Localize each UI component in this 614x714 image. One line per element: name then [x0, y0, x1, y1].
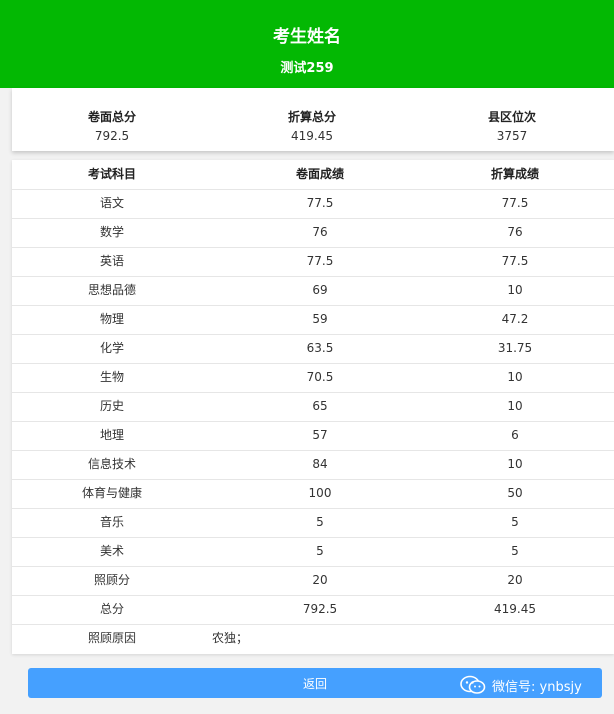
score-table: 考试科目 卷面成绩 折算成绩 语文 77.5 77.5 数学 76 76 英语 …	[12, 160, 614, 654]
page-header: 考生姓名 测试259	[0, 0, 614, 88]
page-title: 考生姓名	[273, 27, 341, 47]
summary-value: 419.45	[291, 129, 333, 143]
raw-score-cell: 100	[308, 486, 332, 500]
converted-score-cell: 47.2	[501, 312, 529, 326]
table-row: 化学 63.5 31.75	[12, 334, 614, 364]
table-row: 音乐 5 5	[12, 508, 614, 538]
subject-cell: 思想品德	[87, 283, 136, 297]
summary-card: 卷面总分 792.5 折算总分 419.45 县区位次 3757	[12, 88, 614, 151]
column-header-subject: 考试科目	[87, 167, 136, 181]
converted-score-cell: 20	[507, 573, 523, 587]
student-name: 测试259	[280, 61, 334, 76]
watermark-text: 微信号: ynbsjy	[492, 679, 582, 695]
raw-score-cell: 63.5	[306, 341, 334, 355]
column-header-raw-score: 卷面成绩	[295, 167, 344, 181]
note-label: 照顾原因	[87, 631, 136, 645]
table-row: 思想品德 69 10	[12, 276, 614, 306]
table-row: 生物 70.5 10	[12, 363, 614, 393]
converted-score-cell: 6	[511, 428, 519, 442]
raw-score-cell: 792.5	[302, 602, 338, 616]
table-row: 物理 59 47.2	[12, 305, 614, 335]
table-row: 语文 77.5 77.5	[12, 189, 614, 219]
table-row: 英语 77.5 77.5	[12, 247, 614, 277]
table-row: 照顾分 20 20	[12, 566, 614, 596]
raw-score-cell: 20	[312, 573, 328, 587]
converted-score-cell: 77.5	[501, 196, 529, 210]
table-row: 历史 65 10	[12, 392, 614, 422]
table-row: 信息技术 84 10	[12, 450, 614, 480]
summary-value: 3757	[496, 129, 528, 143]
wechat-watermark: 微信号: ynbsjy	[460, 674, 582, 696]
summary-raw-total: 卷面总分 792.5	[12, 88, 212, 151]
raw-score-cell: 59	[312, 312, 328, 326]
raw-score-cell: 77.5	[306, 254, 334, 268]
raw-score-cell: 70.5	[306, 370, 334, 384]
table-row: 美术 5 5	[12, 537, 614, 567]
raw-score-cell: 77.5	[306, 196, 334, 210]
raw-score-cell: 57	[312, 428, 328, 442]
converted-score-cell: 76	[507, 225, 523, 239]
converted-score-cell: 419.45	[494, 602, 536, 616]
raw-score-cell: 5	[316, 515, 324, 529]
subject-cell: 英语	[99, 254, 124, 268]
table-row: 体育与健康 100 50	[12, 479, 614, 509]
converted-score-cell: 10	[507, 283, 523, 297]
table-row: 地理 57 6	[12, 421, 614, 451]
table-row-total: 总分 792.5 419.45	[12, 595, 614, 625]
subject-cell: 历史	[99, 399, 124, 413]
subject-cell: 生物	[99, 370, 124, 384]
summary-label: 卷面总分	[87, 110, 136, 124]
converted-score-cell: 10	[507, 457, 523, 471]
summary-county-rank: 县区位次 3757	[412, 88, 612, 151]
raw-score-cell: 69	[312, 283, 328, 297]
table-row-note: 照顾原因 农独；	[12, 624, 614, 653]
converted-score-cell: 50	[507, 486, 523, 500]
subject-cell: 化学	[99, 341, 124, 355]
converted-score-cell: 10	[507, 399, 523, 413]
subject-cell: 音乐	[99, 515, 124, 529]
summary-value: 792.5	[94, 129, 130, 143]
converted-score-cell: 31.75	[497, 341, 533, 355]
subject-cell: 照顾分	[93, 573, 130, 587]
subject-cell: 数学	[99, 225, 124, 239]
subject-cell: 美术	[99, 544, 124, 558]
subject-cell: 总分	[99, 602, 124, 616]
summary-label: 县区位次	[487, 110, 536, 124]
raw-score-cell: 76	[312, 225, 328, 239]
subject-cell: 语文	[99, 196, 124, 210]
summary-label: 折算总分	[287, 110, 336, 124]
summary-converted-total: 折算总分 419.45	[212, 88, 412, 151]
raw-score-cell: 65	[312, 399, 328, 413]
column-header-converted-score: 折算成绩	[490, 167, 539, 181]
converted-score-cell: 10	[507, 370, 523, 384]
converted-score-cell: 5	[511, 515, 519, 529]
subject-cell: 地理	[99, 428, 124, 442]
converted-score-cell: 5	[511, 544, 519, 558]
subject-cell: 体育与健康	[81, 486, 142, 500]
table-row: 数学 76 76	[12, 218, 614, 248]
table-header-row: 考试科目 卷面成绩 折算成绩	[12, 160, 614, 190]
raw-score-cell: 5	[316, 544, 324, 558]
subject-cell: 信息技术	[87, 457, 136, 471]
note-value: 农独；	[212, 631, 249, 645]
subject-cell: 物理	[99, 312, 124, 326]
converted-score-cell: 77.5	[501, 254, 529, 268]
wechat-icon	[460, 675, 486, 694]
raw-score-cell: 84	[312, 457, 328, 471]
